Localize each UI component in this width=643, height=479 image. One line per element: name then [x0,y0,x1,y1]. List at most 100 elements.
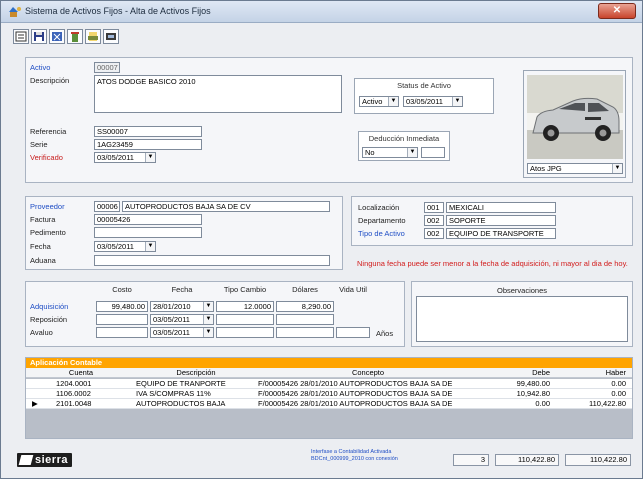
activo-field: 00007 [94,62,120,73]
vida-util-field[interactable] [336,327,370,338]
general-panel: Activo 00007 Descripción ATOS DODGE BASI… [25,57,633,183]
localizacion-name-field[interactable]: MEXICALI [446,202,556,213]
contable-header-row: Cuenta Descripción Concepto Debe Haber [26,368,632,378]
reposicion-tc-field[interactable] [216,314,274,325]
haber-cell: 0.00 [611,379,626,388]
chevron-down-icon[interactable]: ▼ [203,328,213,337]
proveedor-name-field[interactable]: AUTOPRODUCTOS BAJA SA DE CV [122,201,330,212]
save-icon[interactable] [31,29,47,44]
descripcion-header: Descripción [176,368,216,377]
chevron-down-icon[interactable]: ▼ [407,148,417,157]
chevron-down-icon[interactable]: ▼ [388,97,398,106]
app-icon [9,7,21,17]
localizacion-code-field[interactable]: 001 [424,202,444,213]
aduana-field[interactable] [94,255,330,266]
tipo-activo-label: Tipo de Activo [358,229,405,238]
status-group: Status de Activo Activo ▼ 03/05/2011 ▼ [354,78,494,114]
chevron-down-icon[interactable]: ▼ [452,97,462,106]
chevron-down-icon[interactable]: ▼ [145,242,155,251]
referencia-label: Referencia [30,127,67,136]
descripcion-cell: EQUIPO DE TRANPORTE [136,379,226,388]
adquisicion-fecha-picker[interactable]: 28/01/2010 ▼ [150,301,214,312]
verificado-date-picker[interactable]: 03/05/2011 ▼ [94,152,156,163]
observaciones-textarea[interactable] [416,296,628,342]
serie-field[interactable]: 1AG23459 [94,139,202,150]
delete-icon[interactable] [67,29,83,44]
departamento-code-field[interactable]: 002 [424,215,444,226]
avaluo-fecha-picker[interactable]: 03/05/2011 ▼ [150,327,214,338]
reposicion-costo-field[interactable] [96,314,148,325]
cuenta-cell: 1106.0002 [56,389,91,398]
chevron-down-icon[interactable]: ▼ [203,315,213,324]
logo-mark-icon [18,455,34,465]
exit-icon[interactable] [103,29,119,44]
dolares-header: Dólares [292,285,318,294]
adquisicion-costo-field[interactable]: 99,480.00 [96,301,148,312]
concepto-cell: F/00005426 28/01/2010 AUTOPRODUCTOS BAJA… [258,379,453,388]
factura-label: Factura [30,215,56,224]
deduccion-title: Deducción Inmediata [368,134,440,143]
pedimento-field[interactable] [94,227,202,238]
tipo-activo-name-field[interactable]: EQUIPO DE TRANSPORTE [446,228,556,239]
deduccion-group: Deducción Inmediata No ▼ [358,131,450,161]
cuenta-cell: 2101.0048 [56,399,92,408]
debe-cell: 99,480.00 [516,379,550,388]
interface-status: Interfase a Contabilidad Activada BDCnt_… [311,449,398,462]
new-icon[interactable] [13,29,29,44]
table-row[interactable]: ▶ 2101.0048 AUTOPRODUCTOS BAJA F/0000542… [26,399,632,409]
table-row[interactable]: 1204.0001 EQUIPO DE TRANPORTE F/00005426… [26,379,632,389]
chevron-down-icon[interactable]: ▼ [612,164,622,173]
localizacion-panel: Localización 001 MEXICALI Departamento 0… [351,196,633,246]
chevron-down-icon[interactable]: ▼ [203,302,213,311]
deduccion-extra-field[interactable] [421,147,445,158]
cuenta-cell: 1204.0001 [56,379,92,388]
reposicion-fecha-picker[interactable]: 03/05/2011 ▼ [150,314,214,325]
cancel-icon[interactable] [49,29,65,44]
fecha-label: Fecha [30,242,51,251]
title-bar: Sistema de Activos Fijos - Alta de Activ… [1,1,642,23]
status-date-picker[interactable]: 03/05/2011 ▼ [403,96,463,107]
adquisicion-label: Adquisición [30,302,69,311]
debe-header: Debe [532,368,550,377]
photo-select[interactable]: Atos JPG ▼ [527,163,623,174]
table-row[interactable]: 1106.0002 IVA S/COMPRAS 11% F/00005426 2… [26,389,632,399]
reposicion-label: Reposición [30,315,68,324]
avaluo-costo-field[interactable] [96,327,148,338]
factura-field[interactable]: 00005426 [94,214,202,225]
reposicion-dolares-field[interactable] [276,314,334,325]
descripcion-field[interactable]: ATOS DODGE BASICO 2010 [94,75,342,113]
contable-panel: Aplicación Contable Cuenta Descripción C… [25,357,633,439]
window-title: Sistema de Activos Fijos - Alta de Activ… [25,6,211,16]
cuenta-header: Cuenta [68,368,94,377]
date-warning: Ninguna fecha puede ser menor a la fecha… [357,259,628,268]
contable-title: Aplicación Contable [26,358,632,368]
row-selector-icon: ▶ [32,399,38,408]
avaluo-tc-field[interactable] [216,327,274,338]
deduccion-select[interactable]: No ▼ [362,147,418,158]
haber-cell: 0.00 [611,389,626,398]
print-icon[interactable] [85,29,101,44]
adquisicion-tc-field[interactable]: 12.0000 [216,301,274,312]
fecha-header: Fecha [171,285,193,294]
haber-cell: 110,422.80 [589,399,626,408]
chevron-down-icon[interactable]: ▼ [145,153,155,162]
costos-panel: Costo Fecha Tipo Cambio Dólares Vida Uti… [25,281,405,347]
tipo-cambio-header: Tipo Cambio [223,285,267,294]
sierra-logo: sierra [17,453,72,467]
referencia-field[interactable]: SS00007 [94,126,202,137]
descripcion-cell: IVA S/COMPRAS 11% [136,389,211,398]
debe-cell: 0.00 [535,399,550,408]
status-select[interactable]: Activo ▼ [359,96,399,107]
proveedor-code-field[interactable]: 00006 [94,201,120,212]
proveedor-panel: Proveedor 00006 AUTOPRODUCTOS BAJA SA DE… [25,196,343,270]
adquisicion-dolares-field[interactable]: 8,290.00 [276,301,334,312]
activo-label: Activo [30,63,51,72]
fecha-date-picker[interactable]: 03/05/2011 ▼ [94,241,156,252]
avaluo-dolares-field[interactable] [276,327,334,338]
tipo-activo-code-field[interactable]: 002 [424,228,444,239]
row-count: 3 [453,454,489,466]
close-button[interactable]: ✕ [598,3,636,19]
localizacion-label: Localización [358,203,400,212]
total-haber: 110,422.80 [565,454,631,466]
departamento-name-field[interactable]: SOPORTE [446,215,556,226]
